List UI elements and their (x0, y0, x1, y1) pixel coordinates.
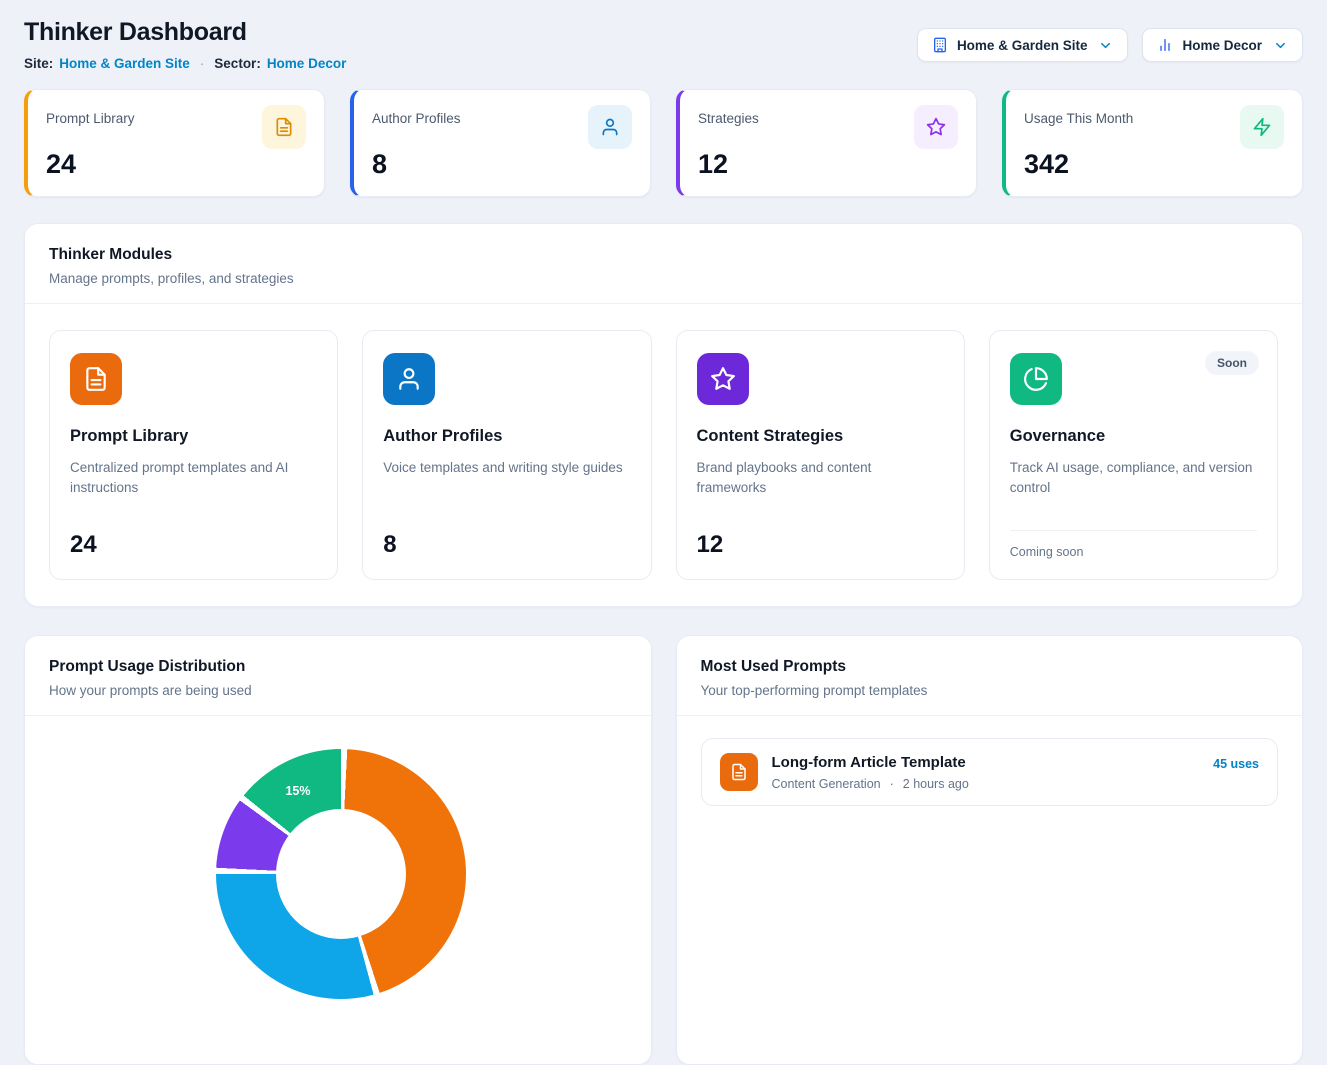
prompt-category: Content Generation (772, 777, 881, 791)
module-card-content-strategies[interactable]: Content Strategies Brand playbooks and c… (676, 330, 965, 580)
modules-subtitle: Manage prompts, profiles, and strategies (49, 271, 1278, 286)
donut-slice-label: 15% (285, 784, 310, 798)
header-right: Home & Garden Site Home Decor (917, 28, 1303, 62)
stat-label: Strategies (698, 105, 759, 126)
module-card-governance[interactable]: Soon Governance Track AI usage, complian… (989, 330, 1278, 580)
stat-label: Usage This Month (1024, 105, 1133, 126)
sector-selector-label: Home Decor (1182, 38, 1262, 53)
usage-card-title: Prompt Usage Distribution (49, 658, 627, 676)
stat-label: Prompt Library (46, 105, 135, 126)
usage-card-subtitle: How your prompts are being used (49, 683, 627, 698)
prompt-title: Long-form Article Template (772, 754, 1200, 771)
chevron-down-icon (1098, 38, 1113, 53)
header: Thinker Dashboard Site: Home & Garden Si… (24, 16, 1303, 71)
site-label: Site: (24, 56, 53, 71)
chevron-down-icon (1273, 38, 1288, 53)
module-title: Content Strategies (697, 427, 944, 446)
sector-label: Sector: (214, 56, 261, 71)
prompt-time: 2 hours ago (903, 777, 969, 791)
most-used-subtitle: Your top-performing prompt templates (701, 683, 1279, 698)
bar-chart-icon (1157, 37, 1173, 53)
stat-card-top: Strategies (698, 105, 958, 149)
module-title: Governance (1010, 427, 1257, 446)
sparkle-star-icon (914, 105, 958, 149)
module-description: Track AI usage, compliance, and version … (1010, 458, 1257, 499)
dashboard-page: Thinker Dashboard Site: Home & Garden Si… (0, 0, 1327, 1065)
separator-dot: · (890, 777, 894, 791)
pie-chart-icon (1010, 353, 1062, 405)
prompt-list: Long-form Article Template Content Gener… (677, 716, 1303, 828)
stat-value: 8 (372, 149, 632, 180)
usage-card-header: Prompt Usage Distribution How your promp… (25, 636, 651, 715)
sector-selector-dropdown[interactable]: Home Decor (1142, 28, 1303, 62)
site-link[interactable]: Home & Garden Site (59, 56, 190, 71)
bottom-row: Prompt Usage Distribution How your promp… (24, 635, 1303, 1065)
module-value: 8 (383, 531, 630, 559)
prompt-meta: Content Generation · 2 hours ago (772, 777, 1200, 791)
thinker-modules-section: Thinker Modules Manage prompts, profiles… (24, 223, 1303, 607)
site-selector-label: Home & Garden Site (957, 38, 1088, 53)
document-icon (720, 753, 758, 791)
user-icon (383, 353, 435, 405)
module-title: Author Profiles (383, 427, 630, 446)
stat-card-top: Author Profiles (372, 105, 632, 149)
prompt-info: Long-form Article Template Content Gener… (772, 754, 1200, 791)
module-title: Prompt Library (70, 427, 317, 446)
sector-link[interactable]: Home Decor (267, 56, 347, 71)
module-card-author-profiles[interactable]: Author Profiles Voice templates and writ… (362, 330, 651, 580)
page-title: Thinker Dashboard (24, 18, 346, 47)
separator-dot: · (200, 56, 205, 71)
sparkle-star-icon (697, 353, 749, 405)
prompt-usage-card: Prompt Usage Distribution How your promp… (24, 635, 652, 1065)
modules-grid: Prompt Library Centralized prompt templa… (25, 304, 1302, 606)
stat-card-author-profiles: Author Profiles 8 (350, 89, 651, 197)
stats-row: Prompt Library 24 Author Profiles 8 Stra… (24, 89, 1303, 197)
chart-area: 15% (25, 716, 651, 1056)
module-description: Voice templates and writing style guides (383, 458, 630, 478)
lightning-icon (1240, 105, 1284, 149)
module-description: Brand playbooks and content frameworks (697, 458, 944, 499)
document-icon (262, 105, 306, 149)
stat-card-top: Prompt Library (46, 105, 306, 149)
coming-soon-label: Coming soon (1010, 530, 1257, 559)
module-description: Centralized prompt templates and AI inst… (70, 458, 317, 499)
stat-card-strategies: Strategies 12 (676, 89, 977, 197)
prompt-uses-badge: 45 uses (1213, 753, 1259, 771)
module-value: 24 (70, 531, 317, 559)
modules-header: Thinker Modules Manage prompts, profiles… (25, 224, 1302, 303)
prompt-list-item[interactable]: Long-form Article Template Content Gener… (701, 738, 1279, 806)
soon-badge: Soon (1205, 351, 1259, 375)
header-left: Thinker Dashboard Site: Home & Garden Si… (24, 16, 346, 71)
site-sector-row: Site: Home & Garden Site · Sector: Home … (24, 56, 346, 71)
donut-hole (276, 809, 406, 939)
most-used-prompts-card: Most Used Prompts Your top-performing pr… (676, 635, 1304, 1065)
modules-title: Thinker Modules (49, 246, 1278, 264)
stat-label: Author Profiles (372, 105, 461, 126)
stat-card-top: Usage This Month (1024, 105, 1284, 149)
most-used-title: Most Used Prompts (701, 658, 1279, 676)
stat-card-usage: Usage This Month 342 (1002, 89, 1303, 197)
stat-value: 12 (698, 149, 958, 180)
site-selector-dropdown[interactable]: Home & Garden Site (917, 28, 1129, 62)
stat-value: 24 (46, 149, 306, 180)
stat-card-prompt-library: Prompt Library 24 (24, 89, 325, 197)
donut-chart: 15% (216, 749, 466, 999)
building-icon (932, 37, 948, 53)
stat-value: 342 (1024, 149, 1284, 180)
module-card-prompt-library[interactable]: Prompt Library Centralized prompt templa… (49, 330, 338, 580)
document-icon (70, 353, 122, 405)
module-value: 12 (697, 531, 944, 559)
most-used-header: Most Used Prompts Your top-performing pr… (677, 636, 1303, 715)
user-icon (588, 105, 632, 149)
